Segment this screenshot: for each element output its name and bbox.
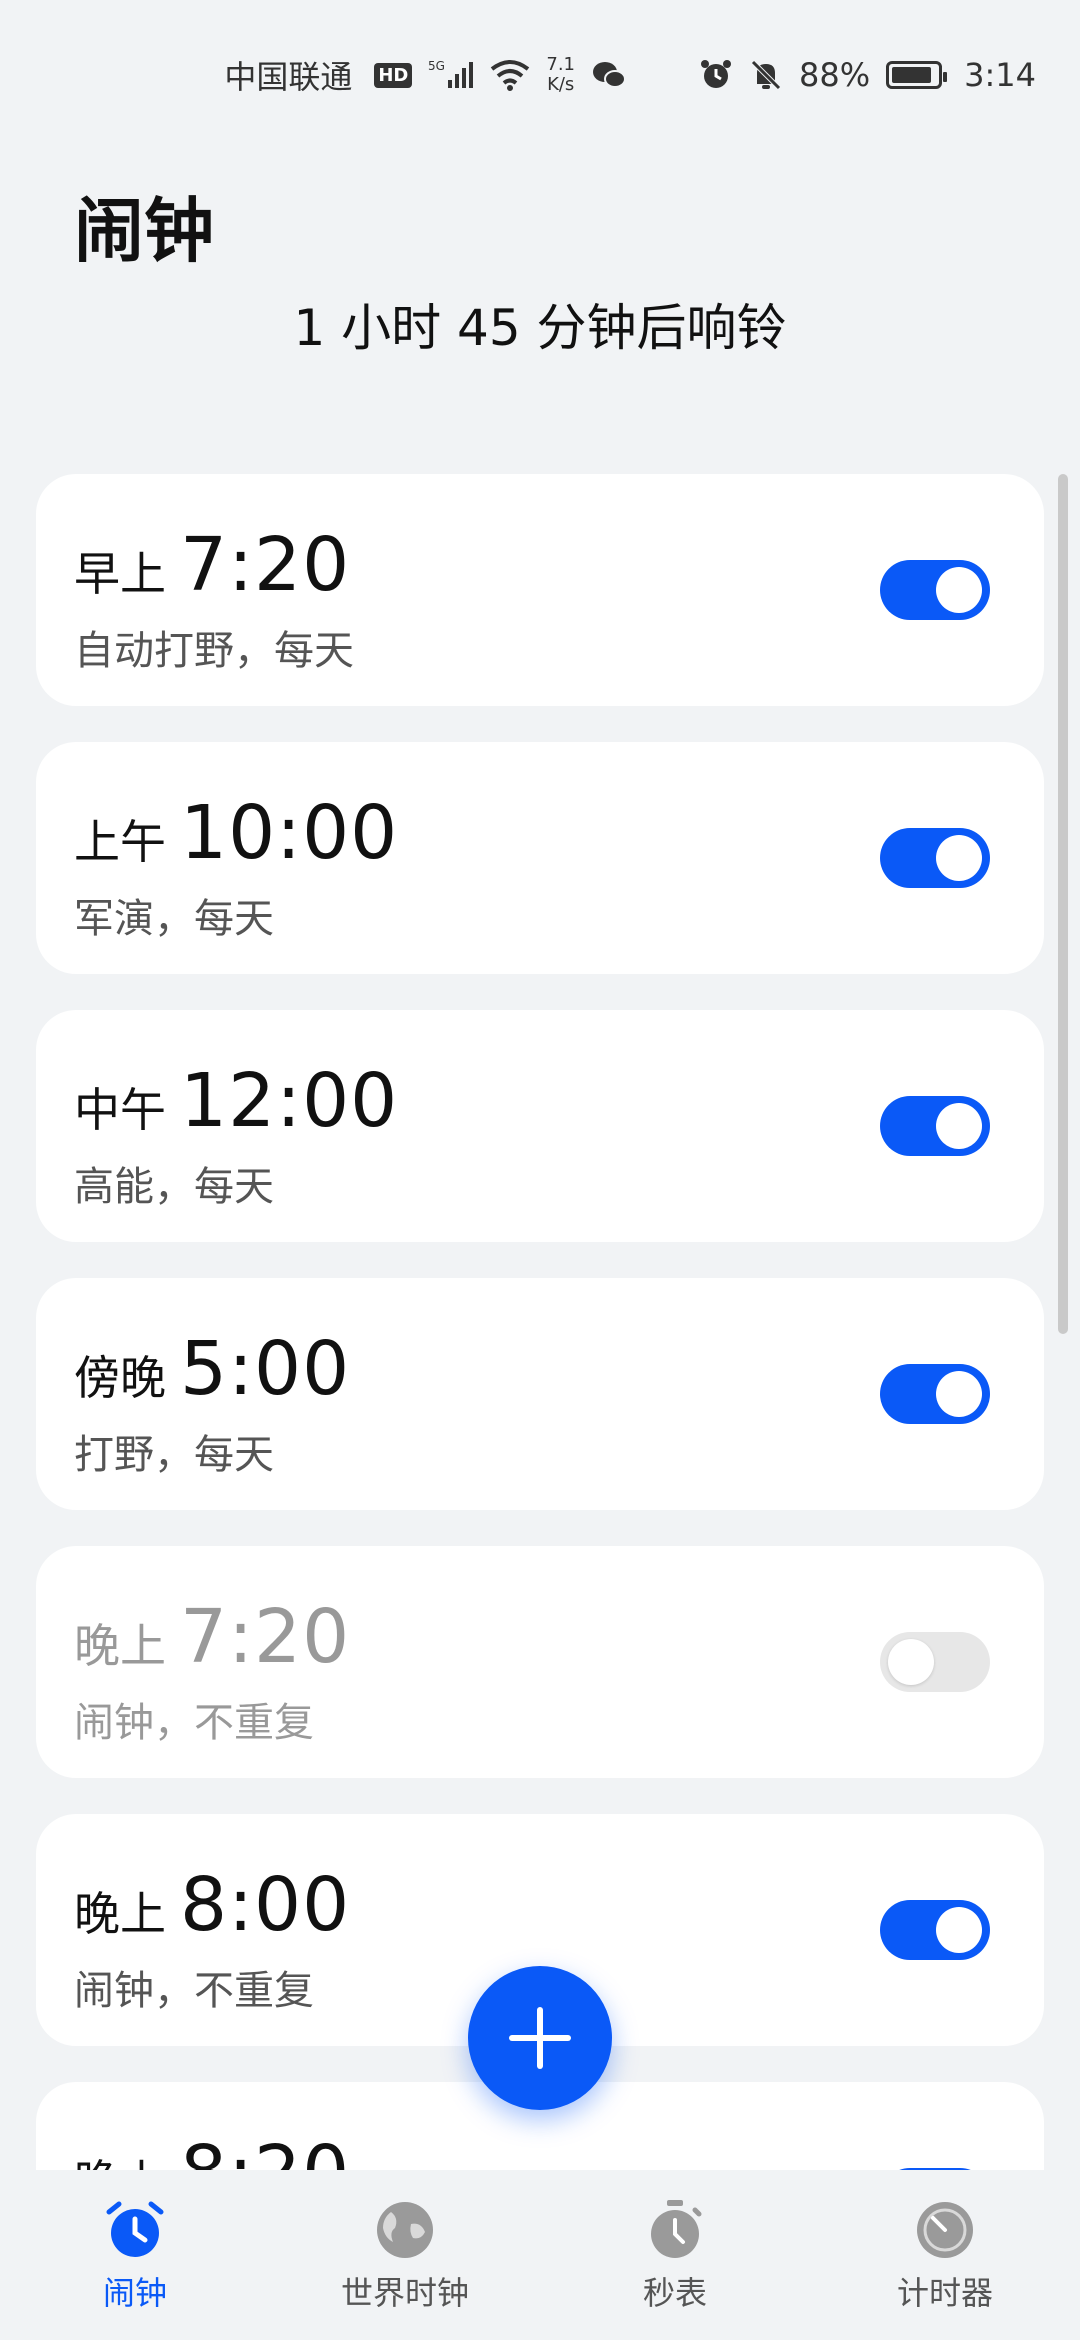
alarm-time: 8:20 — [180, 2130, 350, 2170]
alarm-period: 晚上 — [74, 1887, 166, 1941]
stopwatch-icon — [651, 2200, 702, 2258]
page-title: 闹钟 — [74, 190, 214, 272]
speed-value: 7.1 — [546, 54, 576, 75]
alarm-toggle[interactable] — [880, 560, 990, 620]
alarm-time-row: 晚上 8:20 — [74, 2130, 350, 2170]
wechat-icon — [591, 60, 627, 90]
toggle-knob — [888, 1639, 934, 1685]
alarm-period: 上午 — [74, 815, 166, 869]
battery-icon — [886, 61, 948, 89]
alarm-description: 闹钟，不重复 — [74, 1968, 314, 2014]
globe-icon — [377, 2202, 433, 2258]
alarm-description: 自动打野，每天 — [74, 628, 354, 674]
alarm-toggle[interactable] — [880, 1364, 990, 1424]
mute-icon — [749, 58, 783, 92]
tab-world-clock[interactable]: 世界时钟 — [270, 2170, 540, 2340]
tab-label: 秒表 — [642, 2274, 707, 2312]
alarm-card[interactable]: 傍晚 5:00 打野，每天 — [36, 1278, 1044, 1510]
hd-badge: HD — [374, 62, 413, 88]
alarm-description: 军演，每天 — [74, 896, 274, 942]
alarm-period: 中午 — [74, 1083, 166, 1137]
timer-icon — [917, 2202, 973, 2258]
scrollbar[interactable] — [1058, 474, 1068, 1334]
alarm-time: 12:00 — [180, 1058, 399, 1144]
status-bar: 中国联通 HD 5G 7.1 K/s 88% 3:14 — [0, 0, 1080, 150]
alarm-time-row: 晚上 8:00 — [74, 1862, 350, 1948]
alarm-description: 打野，每天 — [74, 1432, 274, 1478]
bottom-nav: 闹钟 世界时钟 秒表 计时器 — [0, 2170, 1080, 2340]
alarm-card[interactable]: 上午 10:00 军演，每天 — [36, 742, 1044, 974]
alarm-description: 高能，每天 — [74, 1164, 274, 1210]
alarm-time-row: 早上 7:20 — [74, 522, 350, 608]
alarm-time-row: 中午 12:00 — [74, 1058, 398, 1144]
next-ring-info: 1 小时 45 分钟后响铃 — [293, 299, 787, 357]
tab-label: 计时器 — [896, 2274, 993, 2312]
alarm-period: 傍晚 — [74, 1351, 166, 1405]
tab-label: 闹钟 — [102, 2274, 167, 2312]
alarm-toggle[interactable] — [880, 1096, 990, 1156]
alarm-time-row: 傍晚 5:00 — [74, 1326, 350, 1412]
toggle-knob — [936, 835, 982, 881]
alarm-clock-icon — [106, 2201, 164, 2257]
alarm-time: 7:20 — [180, 1594, 351, 1680]
alarm-time: 5:00 — [180, 1326, 351, 1412]
network-type-label: 5G — [428, 59, 445, 73]
alarm-status-icon — [699, 58, 733, 92]
speed-unit: K/s — [547, 74, 575, 95]
clock-label: 3:14 — [964, 56, 1036, 94]
alarm-toggle[interactable] — [880, 1900, 990, 1960]
alarm-period: 早上 — [74, 547, 166, 601]
battery-percent: 88% — [799, 56, 871, 94]
alarm-time: 8:00 — [180, 1862, 351, 1948]
toggle-knob — [936, 1103, 982, 1149]
signal-icon: 5G — [428, 58, 474, 92]
alarm-list[interactable]: 早上 7:20 自动打野，每天 上午 10:00 军演，每天 中午 12:00 … — [36, 474, 1044, 2170]
tab-label: 世界时钟 — [340, 2274, 469, 2312]
alarm-time-row: 上午 10:00 — [74, 790, 398, 876]
add-alarm-button[interactable] — [468, 1966, 612, 2110]
carrier-label: 中国联通 — [224, 58, 353, 96]
alarm-time-row: 晚上 7:20 — [74, 1594, 350, 1680]
tab-stopwatch[interactable]: 秒表 — [540, 2170, 810, 2340]
alarm-card[interactable]: 晚上 7:20 闹钟，不重复 — [36, 1546, 1044, 1778]
toggle-knob — [936, 567, 982, 613]
wifi-icon — [490, 59, 530, 91]
alarm-card[interactable]: 早上 7:20 自动打野，每天 — [36, 474, 1044, 706]
alarm-toggle[interactable] — [880, 828, 990, 888]
alarm-period: 晚上 — [74, 1619, 166, 1673]
alarm-period: 晚上 — [74, 2146, 166, 2170]
toggle-knob — [936, 1907, 982, 1953]
alarm-card[interactable]: 中午 12:00 高能，每天 — [36, 1010, 1044, 1242]
alarm-toggle[interactable] — [880, 1632, 990, 1692]
tab-timer[interactable]: 计时器 — [810, 2170, 1080, 2340]
alarm-description: 闹钟，不重复 — [74, 1700, 314, 1746]
network-speed: 7.1 K/s — [546, 55, 575, 95]
toggle-knob — [936, 1371, 982, 1417]
alarm-time: 10:00 — [180, 790, 399, 876]
alarm-time: 7:20 — [180, 522, 351, 608]
tab-alarm[interactable]: 闹钟 — [0, 2170, 270, 2340]
